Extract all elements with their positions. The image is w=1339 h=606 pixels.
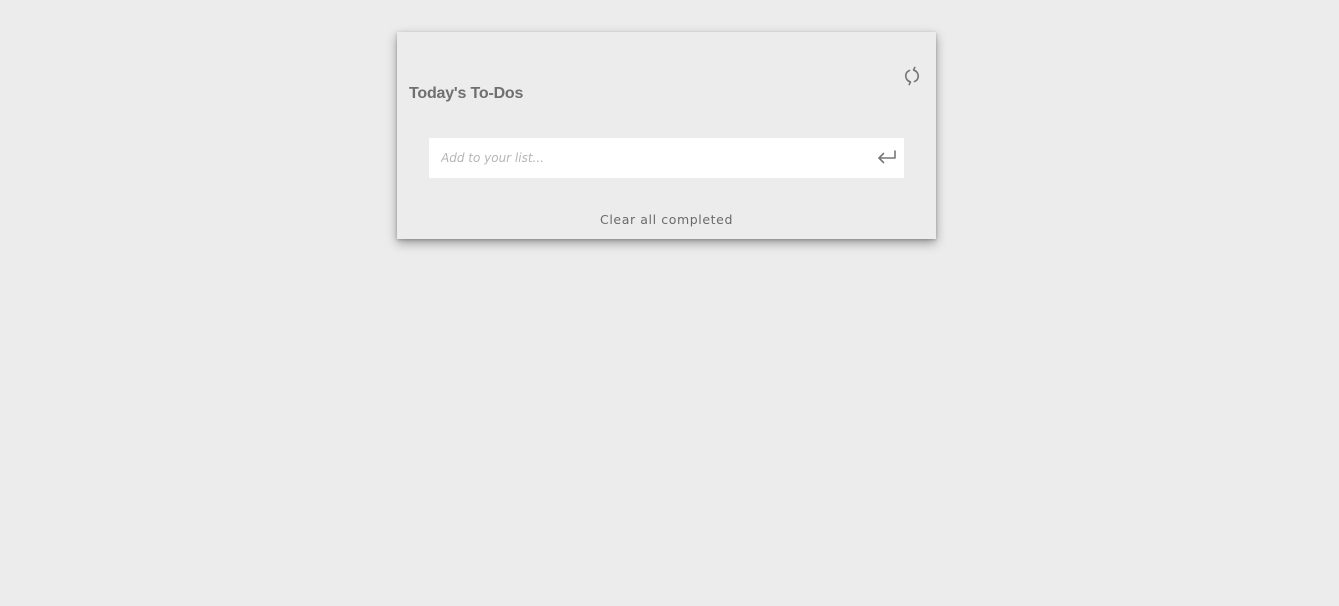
- todo-card: Today's To-Dos Clear all completed: [397, 32, 936, 239]
- enter-arrow-icon[interactable]: [876, 147, 898, 167]
- refresh-icon[interactable]: [901, 65, 923, 87]
- page-title: Today's To-Dos: [409, 85, 524, 102]
- add-todo-field: [429, 138, 904, 178]
- clear-completed-button[interactable]: Clear all completed: [397, 212, 936, 227]
- add-todo-input[interactable]: [429, 138, 859, 178]
